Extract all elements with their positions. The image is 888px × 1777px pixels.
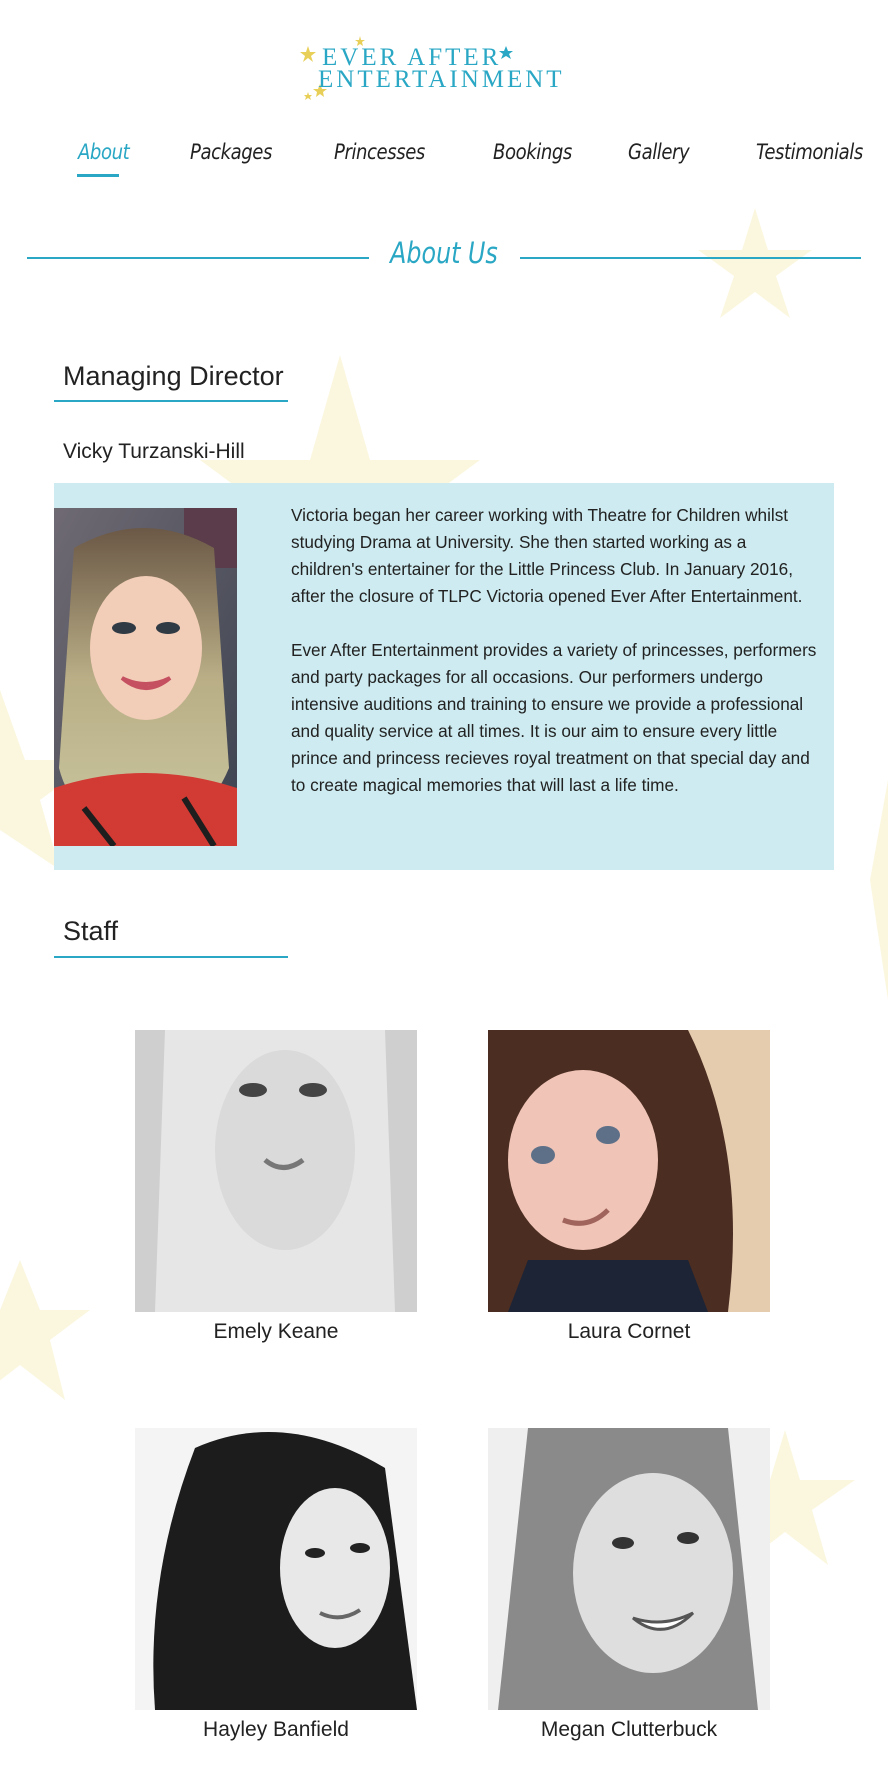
staff-card: Laura Cornet: [488, 1030, 770, 1344]
logo-text-line2: ENTERTAINMENT: [318, 66, 565, 93]
title-divider-right: [520, 257, 861, 259]
nav-item-gallery[interactable]: Gallery: [628, 140, 690, 164]
nav-item-bookings[interactable]: Bookings: [493, 140, 572, 164]
director-bio: Victoria began her career working with T…: [291, 502, 821, 826]
staff-name: Megan Clutterbuck: [540, 1718, 718, 1741]
nav-active-indicator: [77, 174, 119, 177]
director-name: Vicky Turzanski-Hill: [63, 440, 245, 463]
bio-paragraph: Victoria began her career working with T…: [291, 505, 803, 606]
title-divider-left: [27, 257, 369, 259]
staff-photo: [488, 1030, 770, 1312]
staff-heading: Staff: [63, 916, 119, 946]
director-heading: Managing Director: [63, 361, 284, 391]
staff-photo: [135, 1428, 417, 1710]
staff-card: Hayley Banfield: [135, 1428, 417, 1742]
director-photo: [54, 508, 237, 846]
staff-name: Laura Cornet: [567, 1320, 691, 1343]
nav-item-testimonials[interactable]: Testimonials: [756, 140, 863, 164]
staff-photo: [488, 1428, 770, 1710]
staff-heading-underline: [54, 956, 288, 958]
page-title: About Us: [390, 236, 498, 270]
nav-item-packages[interactable]: Packages: [190, 140, 272, 164]
bio-paragraph: Ever After Entertainment provides a vari…: [291, 640, 817, 795]
staff-card: Megan Clutterbuck: [488, 1428, 770, 1742]
page: EVER AFTER ENTERTAINMENT About Packages …: [0, 0, 888, 1777]
staff-name: Hayley Banfield: [203, 1718, 349, 1741]
nav-item-about[interactable]: About: [78, 140, 130, 164]
main-nav: About Packages Princesses Bookings Galle…: [0, 140, 888, 180]
staff-card: Emely Keane: [135, 1030, 417, 1344]
director-heading-underline: [54, 400, 288, 402]
staff-name: Emely Keane: [213, 1320, 339, 1343]
site-logo[interactable]: EVER AFTER ENTERTAINMENT: [300, 34, 590, 104]
nav-item-princesses[interactable]: Princesses: [334, 140, 425, 164]
staff-photo: [135, 1030, 417, 1312]
